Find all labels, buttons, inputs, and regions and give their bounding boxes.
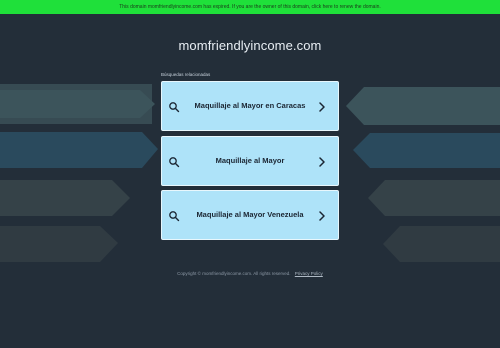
expiry-banner[interactable]: This domain momfriendlyincome.com has ex… (0, 0, 500, 14)
bg-arrow-right-1 (346, 87, 500, 125)
domain-title: momfriendlyincome.com (178, 38, 322, 53)
search-icon (169, 157, 180, 168)
related-search-card-3[interactable]: Maquillaje al Mayor Venezuela (161, 190, 339, 240)
expiry-banner-text[interactable]: This domain momfriendlyincome.com has ex… (119, 4, 381, 10)
related-search-card-2[interactable]: Maquillaje al Mayor (161, 136, 339, 186)
bg-arrow-right-4 (383, 226, 500, 262)
bg-arrow-right-2 (353, 133, 500, 168)
privacy-policy-link[interactable]: Privacy Policy (295, 271, 323, 276)
bg-arrow-left-1-tip (0, 90, 155, 118)
footer: Copyright © momfriendlyincome.com. All r… (0, 271, 500, 276)
bg-arrow-left-2 (0, 132, 158, 168)
chevron-right-icon (319, 157, 325, 167)
page: This domain momfriendlyincome.com has ex… (0, 0, 500, 348)
bg-arrow-left-4 (0, 226, 118, 262)
search-icon (169, 102, 180, 113)
related-search-label[interactable]: Maquillaje al Mayor Venezuela (182, 191, 318, 239)
chevron-right-icon (319, 102, 325, 112)
related-search-label[interactable]: Maquillaje al Mayor (182, 137, 318, 185)
bg-arrow-right-3 (368, 180, 500, 216)
bg-arrow-left-3 (0, 180, 130, 216)
copyright-text: Copyright © momfriendlyincome.com. All r… (177, 271, 291, 276)
related-search-card-1[interactable]: Maquillaje al Mayor en Caracas (161, 81, 339, 131)
related-search-label[interactable]: Maquillaje al Mayor en Caracas (182, 82, 318, 130)
related-searches-label: Búsquedas relacionadas (161, 72, 211, 77)
chevron-right-icon (319, 211, 325, 221)
search-icon (169, 211, 180, 222)
